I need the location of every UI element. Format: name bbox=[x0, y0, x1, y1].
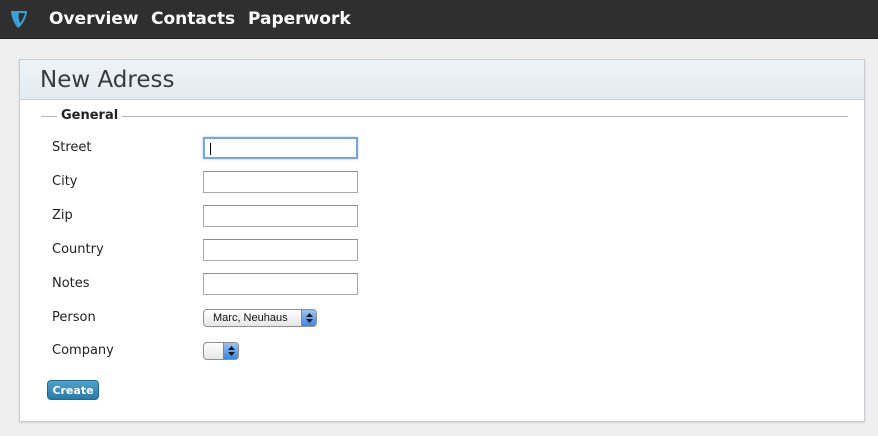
create-button[interactable]: Create bbox=[47, 380, 99, 400]
company-label: Company bbox=[52, 343, 114, 358]
city-label: City bbox=[52, 174, 78, 189]
nav-item-contacts[interactable]: Contacts bbox=[151, 9, 235, 29]
typo3-logo-icon[interactable] bbox=[8, 8, 30, 30]
company-select[interactable] bbox=[203, 342, 239, 360]
person-select-value: Marc, Neuhaus bbox=[213, 312, 288, 324]
fieldset-divider bbox=[41, 116, 848, 117]
select-arrows-icon bbox=[223, 343, 238, 359]
city-input[interactable] bbox=[203, 171, 358, 193]
notes-label: Notes bbox=[52, 276, 90, 291]
page-title: New Adress bbox=[40, 67, 175, 93]
street-label: Street bbox=[52, 140, 92, 155]
country-input[interactable] bbox=[203, 239, 358, 261]
country-label: Country bbox=[52, 242, 104, 257]
fieldset-legend-general: General bbox=[57, 108, 123, 123]
panel-header: New Adress bbox=[20, 60, 864, 100]
top-nav-bar: Overview Contacts Paperwork bbox=[0, 0, 878, 39]
zip-label: Zip bbox=[52, 208, 73, 223]
street-input[interactable] bbox=[203, 137, 358, 159]
notes-input[interactable] bbox=[203, 273, 358, 295]
nav-item-overview[interactable]: Overview bbox=[49, 9, 139, 29]
text-caret bbox=[210, 143, 211, 155]
person-label: Person bbox=[52, 310, 96, 325]
nav-item-paperwork[interactable]: Paperwork bbox=[248, 9, 351, 29]
new-address-panel: New Adress General Street City Zip Count… bbox=[19, 59, 865, 422]
select-arrows-icon bbox=[301, 310, 316, 326]
person-select[interactable]: Marc, Neuhaus bbox=[203, 309, 317, 327]
zip-input[interactable] bbox=[203, 205, 358, 227]
